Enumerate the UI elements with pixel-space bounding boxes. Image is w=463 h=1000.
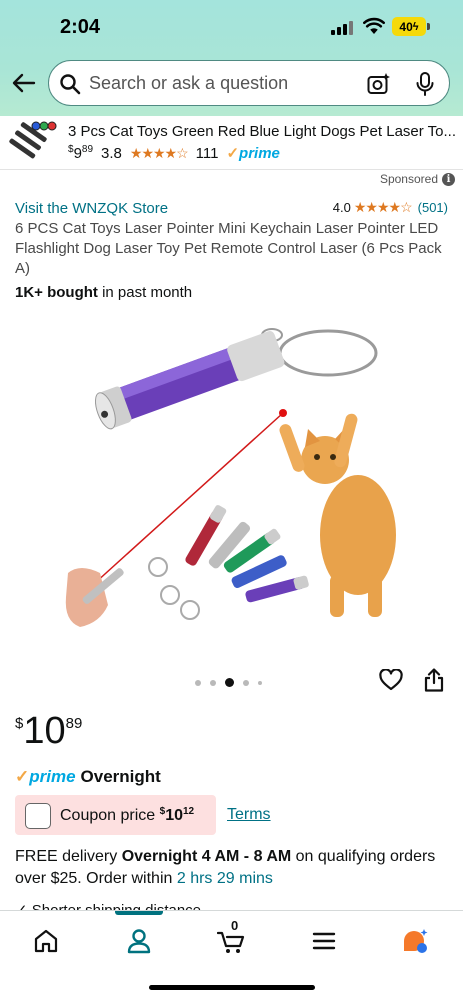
heart-icon[interactable] (379, 669, 403, 691)
price-whole: 10 (23, 710, 66, 752)
bought-count-bold: 1K+ bought (15, 284, 98, 301)
home-icon[interactable] (32, 927, 60, 955)
star-rating-icon: ★★★★☆ (353, 199, 413, 215)
search-icon (60, 74, 81, 95)
delivery-window: Overnight 4 AM - 8 AM (121, 848, 292, 865)
rufus-icon[interactable] (400, 927, 428, 955)
sponsored-product-thumbnail (4, 118, 58, 168)
status-time: 2:04 (60, 16, 101, 38)
coupon-box[interactable]: Coupon price $1012 (15, 795, 216, 835)
bought-count-rest: in past month (102, 284, 193, 301)
person-icon[interactable] (125, 927, 153, 955)
carousel-dot[interactable] (195, 679, 201, 686)
sponsored-text: Sponsored (379, 172, 438, 186)
prime-delivery-row: ✓prime Overnight (15, 767, 161, 787)
sponsored-product-title[interactable]: 3 Pcs Cat Toys Green Red Blue Light Dogs… (68, 123, 458, 140)
cellular-signal-icon (331, 21, 355, 35)
delivery-countdown: 2 hrs 29 mins (176, 870, 273, 887)
sponsored-product-price: $989 (68, 144, 93, 162)
prime-badge: ✓prime (226, 145, 280, 162)
sponsored-product-meta: $989 3.8 ★★★★☆ 111 ✓prime (68, 144, 280, 162)
star-rating-icon: ★★★★☆ (129, 145, 189, 161)
delivery-prefix: FREE delivery (15, 848, 118, 865)
carousel-dot[interactable] (243, 679, 249, 686)
product-price: $ 10 89 (15, 710, 82, 752)
info-icon[interactable]: i (442, 172, 455, 186)
top-header: 2:04 40 ϟ (0, 0, 463, 116)
prime-logo: ✓prime (15, 767, 76, 786)
sponsored-review-count: 111 (195, 145, 219, 162)
coupon-price: $1012 (160, 806, 195, 824)
battery-tip (427, 23, 430, 30)
price-fraction: 89 (65, 715, 83, 732)
share-icon[interactable] (424, 668, 444, 692)
coupon-label: Coupon price $1012 (60, 806, 194, 825)
search-input[interactable] (89, 61, 339, 105)
battery-icon: 40 ϟ (392, 17, 426, 36)
prime-badge-label: prime (239, 145, 280, 162)
carousel-dot-active[interactable] (225, 678, 234, 687)
price-whole: 9 (73, 145, 82, 162)
coupon-checkbox[interactable] (25, 803, 51, 829)
price-symbol: $ (15, 715, 24, 732)
product-rating-value: 4.0 (332, 200, 351, 215)
store-link[interactable]: Visit the WNZQK Store (15, 200, 168, 217)
coupon-label-text: Coupon price (60, 807, 156, 824)
product-rating-count[interactable]: (501) (418, 200, 448, 215)
back-arrow-icon[interactable] (10, 69, 38, 97)
carousel-dot[interactable] (258, 680, 262, 685)
prime-logo-text: prime (29, 767, 76, 786)
menu-icon[interactable] (310, 927, 338, 955)
bought-count: 1K+ bought in past month (15, 284, 192, 301)
product-image[interactable] (40, 305, 420, 645)
sponsored-product-rating: 3.8 (101, 145, 122, 162)
wifi-icon (363, 17, 385, 34)
battery-level: 40 (399, 19, 413, 34)
image-carousel-dots[interactable] (195, 678, 262, 687)
cart-count-badge: 0 (231, 918, 239, 933)
coupon-price-fraction: 12 (182, 806, 195, 817)
delivery-info: FREE delivery Overnight 4 AM - 8 AM on q… (15, 846, 455, 890)
product-title: 6 PCS Cat Toys Laser Pointer Mini Keycha… (15, 220, 442, 277)
price-fraction: 89 (81, 144, 94, 155)
home-indicator (149, 985, 315, 990)
coupon-terms-link[interactable]: Terms (227, 806, 271, 824)
prime-delivery-speed: Overnight (80, 767, 161, 786)
active-tab-indicator (115, 911, 163, 915)
sponsored-label[interactable]: Sponsored i (380, 172, 455, 186)
sponsored-product-strip[interactable]: 3 Pcs Cat Toys Green Red Blue Light Dogs… (0, 116, 463, 170)
coupon-price-whole: 10 (165, 807, 183, 824)
microphone-icon[interactable] (415, 72, 435, 96)
carousel-dot[interactable] (210, 679, 216, 686)
camera-search-icon[interactable] (367, 73, 391, 95)
product-rating[interactable]: 4.0 ★★★★☆ (501) (333, 199, 448, 216)
search-bar[interactable] (48, 60, 450, 106)
